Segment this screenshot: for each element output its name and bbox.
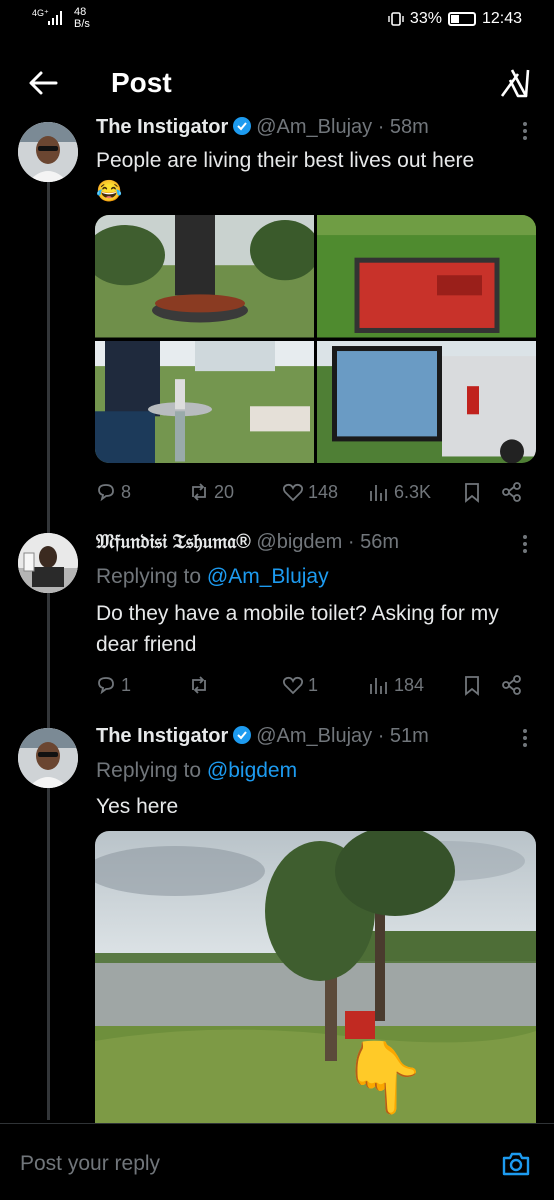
reply-button[interactable]: 1	[95, 671, 131, 699]
replying-to: Replying to @Am_Blujay	[96, 565, 329, 589]
photo-tv-truck[interactable]	[317, 340, 536, 464]
photo-hookah[interactable]	[95, 340, 314, 464]
status-bar: 4G⁺ 48 B/s 33% 12:43	[0, 0, 554, 40]
reply-icon	[98, 484, 114, 502]
battery-percent: 33%	[409, 10, 442, 27]
photo-braai[interactable]	[95, 215, 314, 338]
avatar[interactable]	[18, 728, 78, 788]
post-time: · 56m	[347, 531, 400, 553]
author-name[interactable]: 𝔐𝔣𝔲𝔫𝔡𝔦𝔰𝔦 𝔗𝔰𝔥𝔲𝔪𝔞®	[96, 531, 251, 553]
more-options-icon[interactable]	[522, 729, 528, 751]
author-handle[interactable]: @bigdem	[256, 531, 342, 553]
share-icon	[502, 482, 521, 502]
network-speed: 48 B/s	[74, 6, 90, 30]
post-text: People are living their best lives out h…	[96, 145, 536, 207]
post-header: The Instigator @Am_Blujay · 58m	[96, 116, 429, 139]
status-right: 33% 12:43	[388, 10, 522, 28]
network-type: 4G⁺	[32, 8, 49, 18]
author-handle[interactable]: @Am_Blujay	[256, 116, 372, 138]
clock: 12:43	[481, 10, 522, 27]
post-actions: 8 20 148 6.3K	[95, 478, 530, 506]
views-button[interactable]: 184	[368, 671, 424, 699]
post-text: Do they have a mobile toilet? Asking for…	[96, 602, 499, 656]
like-button[interactable]: 1	[282, 671, 318, 699]
post-text-content: People are living their best lives out h…	[96, 149, 475, 172]
reply-button[interactable]: 8	[95, 478, 131, 506]
verified-badge-icon	[233, 117, 252, 135]
page-title: Post	[111, 67, 172, 98]
repost-icon	[192, 483, 206, 501]
share-icon	[502, 675, 521, 695]
repost-button[interactable]: 20	[188, 478, 234, 506]
reply-count: 8	[121, 481, 132, 502]
mention-link[interactable]: @Am_Blujay	[207, 565, 329, 588]
reply-count: 1	[121, 674, 132, 695]
view-count: 184	[394, 674, 425, 695]
vibrate-icon	[388, 12, 404, 26]
post-header: The Instigator @Am_Blujay · 51m	[96, 725, 429, 748]
bookmark-icon	[465, 676, 479, 696]
post-header: 𝔐𝔣𝔲𝔫𝔡𝔦𝔰𝔦 𝔗𝔰𝔥𝔲𝔪𝔞® @bigdem · 56m	[96, 531, 399, 554]
thread-line	[47, 124, 50, 1120]
speed-value: 48	[74, 6, 87, 18]
like-count: 148	[308, 481, 339, 502]
replying-to: Replying to @bigdem	[96, 759, 297, 783]
more-options-icon[interactable]	[522, 122, 528, 144]
mention-link[interactable]: @bigdem	[207, 759, 297, 782]
photo-generator[interactable]	[317, 215, 536, 338]
repost-count: 20	[214, 481, 235, 502]
reply-icon	[98, 677, 114, 695]
view-count: 6.3K	[394, 481, 432, 502]
like-count: 1	[308, 674, 319, 695]
signal-icon	[48, 11, 62, 25]
post-time: · 51m	[377, 725, 429, 747]
battery-icon	[447, 12, 476, 26]
post-actions: 1 1 184	[95, 671, 530, 699]
like-button[interactable]: 148	[282, 478, 338, 506]
share-button[interactable]	[501, 671, 523, 699]
heart-icon	[282, 676, 304, 695]
author-handle[interactable]: @Am_Blujay	[256, 725, 372, 747]
views-icon	[370, 678, 387, 694]
author-name[interactable]: The Instigator	[96, 725, 228, 747]
speed-unit: B/s	[74, 18, 90, 30]
views-button[interactable]: 6.3K	[368, 478, 431, 506]
media-grid[interactable]	[95, 215, 536, 463]
bookmark-button[interactable]	[461, 671, 483, 699]
emoji: 😂	[96, 180, 123, 203]
post-photo-lake[interactable]: 👇	[95, 831, 536, 1131]
top-bar: Post	[0, 40, 554, 124]
share-button[interactable]	[501, 478, 523, 506]
grok-icon[interactable]	[498, 66, 532, 100]
avatar[interactable]	[18, 122, 78, 182]
arrow-left-icon[interactable]	[26, 66, 60, 100]
pointing-down-emoji: 👇	[340, 1038, 427, 1119]
repost-icon	[192, 676, 206, 694]
reply-composer: Post your reply	[0, 1123, 554, 1200]
post-time: · 58m	[377, 116, 429, 138]
verified-badge-icon	[233, 726, 252, 744]
bookmark-button[interactable]	[461, 478, 483, 506]
author-name[interactable]: The Instigator	[96, 116, 228, 138]
more-options-icon[interactable]	[522, 535, 528, 557]
post-text: Yes here	[96, 795, 179, 818]
bookmark-icon	[465, 483, 479, 503]
replying-label: Replying to	[96, 759, 202, 782]
battery-fill	[450, 15, 459, 23]
replying-label: Replying to	[96, 565, 202, 588]
repost-button[interactable]	[188, 671, 214, 699]
heart-icon	[282, 483, 304, 502]
camera-icon[interactable]	[500, 1148, 532, 1180]
avatar[interactable]	[18, 533, 78, 593]
views-icon	[370, 485, 387, 501]
reply-input[interactable]: Post your reply	[20, 1152, 160, 1176]
